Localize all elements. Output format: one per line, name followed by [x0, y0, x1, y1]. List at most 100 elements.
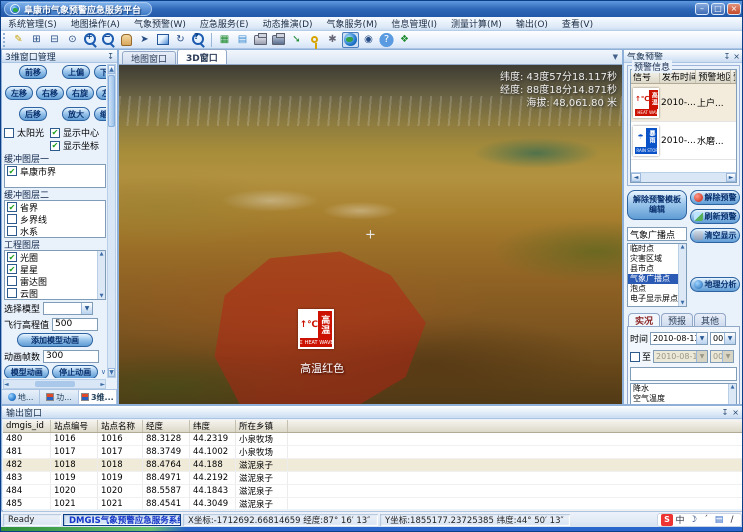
list-item[interactable]: 雷达图 [5, 275, 105, 287]
tab-function-panel[interactable]: 功... [40, 390, 78, 404]
basemap-icon[interactable]: ▦ [216, 32, 233, 48]
tilt-up-button[interactable]: 上偏 [62, 65, 90, 79]
moon-icon[interactable]: ☽ [687, 514, 699, 526]
zoom-in-icon[interactable]: + [82, 32, 99, 48]
scroll-up-icon[interactable]: ▲ [108, 65, 115, 74]
zoom-window-icon[interactable]: ⊞ [28, 32, 45, 48]
help-icon[interactable]: ? [378, 32, 395, 48]
combo-dropdown-icon[interactable]: ▼ [722, 351, 733, 362]
tilt-down-button[interactable]: 下俯 [94, 65, 106, 79]
sunlight-checkbox[interactable] [4, 128, 14, 138]
menu-weather-warning[interactable]: 气象预警(W) [127, 17, 193, 30]
scrollbar-thumb[interactable] [35, 381, 75, 387]
list-item[interactable]: 空气温度 [631, 394, 736, 404]
combo-dropdown-icon[interactable]: ▼ [696, 351, 707, 362]
layer-checkbox[interactable] [7, 202, 17, 212]
pin-icon[interactable]: ↧ [724, 52, 731, 61]
toolbar-grip[interactable] [3, 33, 6, 47]
edit-pencil-icon[interactable]: ✎ [10, 32, 27, 48]
layer-checkbox[interactable] [7, 264, 17, 274]
layer-checkbox[interactable] [7, 226, 17, 236]
window-new-icon[interactable]: ❖ [396, 32, 413, 48]
date-combo[interactable]: 2010-08-13 ▼ [650, 332, 708, 345]
scroll-left-icon[interactable]: ◄ [631, 173, 641, 182]
pin-icon[interactable]: ↧ [107, 52, 114, 61]
remove-warning-template-button[interactable]: 解除预警模板编辑 [627, 190, 687, 220]
restore-button[interactable]: □ [711, 3, 725, 15]
identify-icon[interactable]: ? [190, 32, 207, 48]
to-hour-combo[interactable]: 00 ▼ [710, 350, 734, 363]
menu-measure[interactable]: 测量计算(M) [444, 17, 509, 30]
clear-display-button[interactable]: 清空显示 [690, 228, 740, 243]
pin-icon[interactable]: ↧ [722, 408, 729, 417]
pointer-arrow-icon[interactable]: ➤ [136, 32, 153, 48]
move-back-button[interactable]: 后移 [19, 107, 47, 121]
scroll-down-icon[interactable]: ▼ [100, 293, 104, 299]
key-icon[interactable] [306, 32, 323, 48]
list-item[interactable]: 星星 [5, 263, 105, 275]
zoom-select-icon[interactable]: ⊙ [64, 32, 81, 48]
menu-view[interactable]: 查看(V) [555, 17, 600, 30]
menu-output[interactable]: 输出(O) [509, 17, 555, 30]
menu-weather-service[interactable]: 气象服务(M) [320, 17, 385, 30]
zoom-out-icon[interactable]: − [100, 32, 117, 48]
tab-3d-window[interactable]: 3D窗口 [177, 49, 227, 64]
chevron-down-icon[interactable]: ∨ [101, 368, 106, 376]
scroll-right-icon[interactable]: ► [726, 173, 736, 182]
rotate-left-button[interactable]: 左旋 [96, 86, 106, 100]
flight-height-input[interactable] [52, 318, 98, 331]
warning-table-hscrollbar[interactable]: ◄ ► [631, 172, 736, 182]
list-item[interactable]: 光圈 [5, 251, 105, 263]
show-coords-checkbox[interactable] [50, 141, 60, 151]
zoom-in-button[interactable]: 放大 [62, 107, 90, 121]
list-item[interactable]: 省界 [5, 201, 105, 213]
hour-combo[interactable]: 00 ▼ [710, 332, 736, 345]
model-select-combo[interactable]: ▼ [43, 302, 93, 315]
rotate-right-button[interactable]: 右旋 [66, 86, 94, 100]
close-icon[interactable]: × [732, 408, 739, 417]
left-panel-scrollbar[interactable]: ▲ ▼ [107, 64, 116, 378]
zoom-out-button[interactable]: 缩小 [94, 107, 106, 121]
settings-gear-icon[interactable]: ✱ [324, 32, 341, 48]
list-item[interactable]: 乡界线 [5, 213, 105, 225]
to-date-checkbox[interactable] [630, 352, 640, 362]
menu-map-ops[interactable]: 地图操作(A) [64, 17, 127, 30]
list-item[interactable]: 水系 [5, 225, 105, 237]
refresh-warning-button[interactable]: 刷新预警 [690, 209, 740, 224]
tab-realtime[interactable]: 实况 [628, 313, 660, 326]
terrain-3d-viewport[interactable]: 纬度: 43度57分18.117秒 经度: 88度18分14.871秒 海拔: … [119, 65, 622, 404]
element-filter-box[interactable] [630, 367, 737, 381]
menu-dynamic[interactable]: 动态推演(D) [256, 17, 320, 30]
table-row[interactable]: 4851021102188.454144.3049滋泥泉子 [3, 498, 742, 511]
image-icon[interactable]: ▤ [234, 32, 251, 48]
remove-warning-button[interactable]: 解除预警 [690, 190, 740, 205]
list-scrollbar[interactable]: ▲ ▼ [97, 251, 105, 299]
layer-checkbox[interactable] [7, 288, 17, 298]
to-date-combo[interactable]: 2010-08-13 ▼ [653, 350, 708, 363]
punctuation-icon[interactable]: ˊ [700, 514, 712, 526]
frame-count-input[interactable] [43, 350, 99, 363]
point-type-display[interactable]: 气象广播点 [627, 227, 687, 241]
layer-checkbox[interactable] [7, 252, 17, 262]
warning-row-heat[interactable]: ↑℃ 高温 红 HEAT WAVE 2010-... 上户... [631, 84, 736, 122]
input-mode-icon[interactable]: 中 [674, 514, 686, 526]
layer-checkbox[interactable] [7, 166, 17, 176]
table-row[interactable]: 4831019101988.497144.2192滋泥泉子 [3, 472, 742, 485]
combo-dropdown-icon[interactable]: ▼ [696, 333, 707, 344]
refresh-icon[interactable]: ↻ [172, 32, 189, 48]
tab-3d-panel[interactable]: 3维... [79, 390, 117, 404]
layer-checkbox[interactable] [7, 214, 17, 224]
list-scrollbar[interactable]: ▲ ▼ [678, 244, 686, 306]
heat-wave-warning-icon[interactable]: ↑℃ 高温 红 HEAT WAVE [298, 309, 334, 349]
minimize-button[interactable]: – [695, 3, 709, 15]
list-item[interactable]: 云图 [5, 287, 105, 299]
stop-anim-button[interactable]: 停止动画 [52, 365, 97, 378]
list-scrollbar[interactable]: ▲ ▼ [728, 384, 736, 405]
table-row[interactable]: 4801016101688.312844.2319小泉牧场 [3, 433, 742, 446]
tab-list-dropdown-icon[interactable]: ▼ [613, 53, 618, 61]
tab-forecast[interactable]: 预报 [661, 313, 693, 326]
geo-analysis-button[interactable]: 地理分析 [690, 277, 740, 292]
combo-dropdown-icon[interactable]: ▼ [724, 333, 735, 344]
table-row[interactable]: 4811017101788.374944.1002小泉牧场 [3, 446, 742, 459]
menu-system[interactable]: 系统管理(S) [1, 17, 64, 30]
